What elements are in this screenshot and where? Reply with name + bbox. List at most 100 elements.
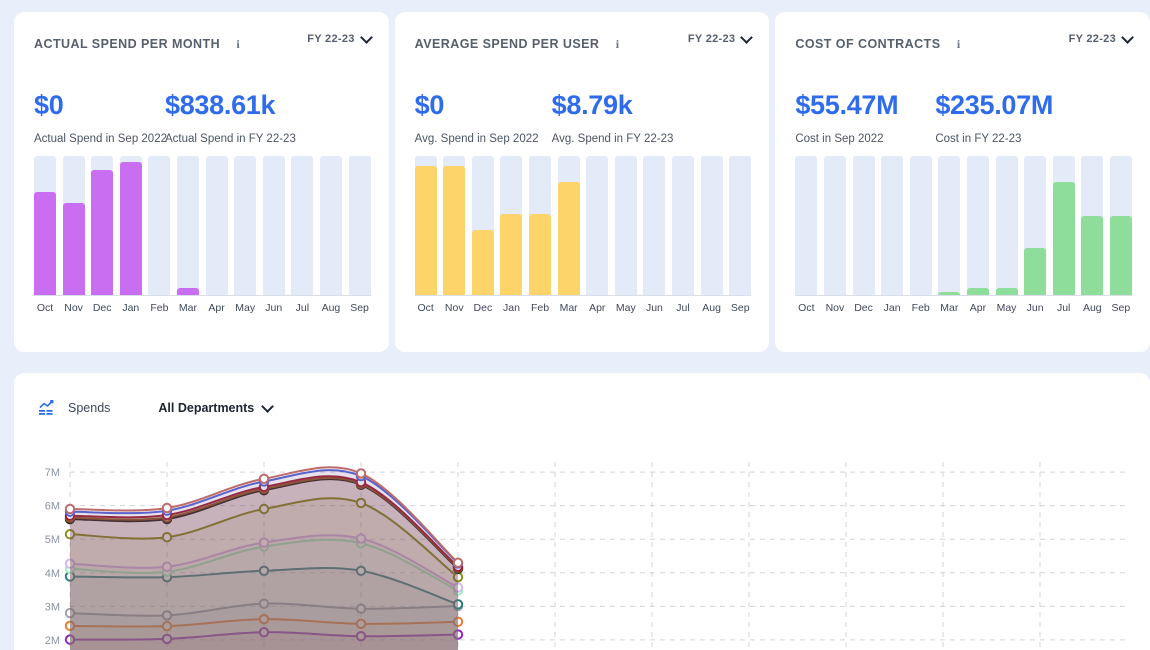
bar-month-label: Mar — [178, 302, 198, 314]
series-area — [70, 467, 458, 650]
bar-month-label: Aug — [321, 302, 341, 314]
kpi-secondary-caption: Cost in FY 22-23 — [935, 133, 1022, 145]
mini-bar-chart: Oct Nov Dec Jan Feb Mar Apr May Jun Jul Aug Sep — [34, 156, 371, 314]
analytics-chart-icon — [38, 399, 56, 417]
kpi-primary-caption: Actual Spend in Sep 2022 — [34, 133, 167, 145]
card-title: COST OF CONTRACTS — [795, 37, 941, 51]
bar-column — [795, 156, 818, 295]
bar-month-label: Jan — [883, 302, 901, 314]
bar-column — [1052, 156, 1075, 295]
bar-column — [471, 156, 494, 295]
bar-month-label: Jul — [295, 302, 310, 314]
fiscal-year-dropdown[interactable]: FY 22-23 — [687, 30, 754, 45]
y-axis-tick-label: 7M — [45, 467, 60, 479]
bar-month-label: Aug — [1082, 302, 1102, 314]
kpi-primary: $0 Actual Spend in Sep 2022 — [34, 90, 167, 145]
bar-fill — [34, 192, 56, 295]
chart-series — [64, 466, 464, 650]
bar-column — [234, 156, 257, 295]
department-dropdown[interactable]: All Departments — [158, 399, 275, 415]
bar-month-label: Nov — [444, 302, 464, 314]
y-axis-tick-label: 5M — [45, 534, 60, 546]
bar-fill — [119, 161, 142, 295]
bar-month-label: Jul — [1056, 302, 1071, 314]
info-icon[interactable]: i — [611, 37, 623, 51]
bar-month-label: Aug — [702, 302, 721, 314]
bar-month-label: Feb — [911, 302, 930, 314]
bar-column — [729, 156, 752, 295]
card-title: AVERAGE SPEND PER USER — [414, 37, 600, 51]
bar-month-label: Nov — [825, 302, 845, 314]
kpi-primary-value: $0 — [34, 90, 64, 120]
card-title: ACTUAL SPEND PER MONTH — [34, 37, 221, 51]
bar-month-label: Jan — [502, 302, 520, 314]
bar-fill — [471, 229, 494, 295]
kpi-card-row: ACTUAL SPEND PER MONTH i FY 22-23 $0 Act… — [14, 12, 1150, 352]
mini-bar-chart: Oct Nov Dec Jan Feb Mar Apr May Jun Jul Aug Sep — [414, 156, 752, 314]
bar-month-label: Apr — [208, 302, 225, 314]
bar-month-label: Sep — [1111, 302, 1131, 314]
fiscal-year-dropdown[interactable]: FY 22-23 — [1068, 30, 1134, 45]
kpi-primary-value: $0 — [414, 90, 445, 120]
bar-column — [672, 156, 695, 295]
bar-month-label: Nov — [64, 302, 83, 314]
fiscal-year-dropdown[interactable]: FY 22-23 — [307, 30, 373, 45]
bar-fill — [529, 214, 552, 295]
bar-month-label: Jun — [265, 302, 283, 314]
bar-column — [823, 156, 846, 295]
bar-column — [995, 156, 1018, 295]
bar-column — [414, 156, 437, 295]
bar-month-label: Mar — [940, 302, 959, 314]
bar-column — [148, 156, 171, 295]
bar-month-label: Mar — [559, 302, 578, 314]
kpi-card-average-spend: AVERAGE SPEND PER USER i FY 22-23 $0 Avg… — [394, 12, 770, 352]
bar-month-label: May — [235, 302, 256, 314]
bar-month-label: Feb — [531, 302, 550, 314]
bar-column — [1081, 156, 1104, 295]
mini-bar-chart: Oct Nov Dec Jan Feb Mar Apr May Jun Jul Aug Sep — [795, 156, 1133, 314]
series-point-marker[interactable] — [64, 503, 76, 515]
dashboard-page: ACTUAL SPEND PER MONTH i FY 22-23 $0 Act… — [0, 0, 1150, 650]
info-icon[interactable]: i — [232, 37, 244, 51]
bar-column — [262, 156, 285, 295]
info-icon[interactable]: i — [953, 37, 965, 51]
bar-column — [586, 156, 609, 295]
bar-column — [938, 156, 961, 295]
fiscal-year-label: FY 22-23 — [687, 33, 736, 45]
bar-column — [176, 156, 199, 295]
bar-month-label: Feb — [150, 302, 169, 314]
bar-month-label: Jul — [676, 302, 690, 314]
bar-column — [291, 156, 314, 295]
bar-month-labels: Oct Nov Dec Jan Feb Mar Apr May Jun Jul Aug Sep — [795, 302, 1132, 314]
kpi-secondary: $8.79k Avg. Spend in FY 22-23 — [552, 90, 674, 145]
series-point-marker[interactable] — [258, 473, 270, 484]
bar-fill — [995, 288, 1018, 295]
fiscal-year-label: FY 22-23 — [307, 33, 355, 45]
bar-month-label: May — [615, 302, 636, 314]
spends-header: Spends All Departments — [14, 373, 1150, 415]
kpi-secondary-value: $838.61k — [165, 90, 276, 120]
bar-columns — [795, 156, 1133, 296]
chevron-down-icon — [359, 30, 373, 44]
series-point-marker[interactable] — [355, 468, 367, 479]
fiscal-year-label: FY 22-23 — [1068, 33, 1117, 45]
y-axis-tick-label: 6M — [45, 501, 60, 513]
chevron-down-icon — [740, 30, 754, 44]
bar-column — [500, 156, 523, 295]
bar-fill — [938, 292, 961, 295]
kpi-primary-value: $55.47M — [795, 90, 899, 120]
bar-month-labels: Oct Nov Dec Jan Feb Mar Apr May Jun Jul Aug Sep — [34, 302, 371, 314]
series-point-marker[interactable] — [452, 557, 464, 568]
kpi-values: $0 Avg. Spend in Sep 2022 $8.79k Avg. Sp… — [415, 90, 750, 145]
bar-fill — [176, 288, 199, 295]
kpi-secondary: $235.07M Cost in FY 22-23 — [935, 90, 1053, 145]
bar-fill — [1052, 182, 1075, 295]
series-point-marker[interactable] — [161, 502, 173, 514]
bar-month-label: Dec — [854, 302, 873, 314]
bar-fill — [557, 182, 580, 295]
kpi-values: $55.47M Cost in Sep 2022 $235.07M Cost i… — [795, 90, 1130, 145]
bar-fill — [443, 165, 466, 295]
chart-y-axis-labels: 7M 6M 5M 4M 3M 2M — [45, 467, 60, 647]
kpi-primary: $55.47M Cost in Sep 2022 — [795, 90, 935, 145]
bar-month-label: Apr — [589, 302, 606, 314]
